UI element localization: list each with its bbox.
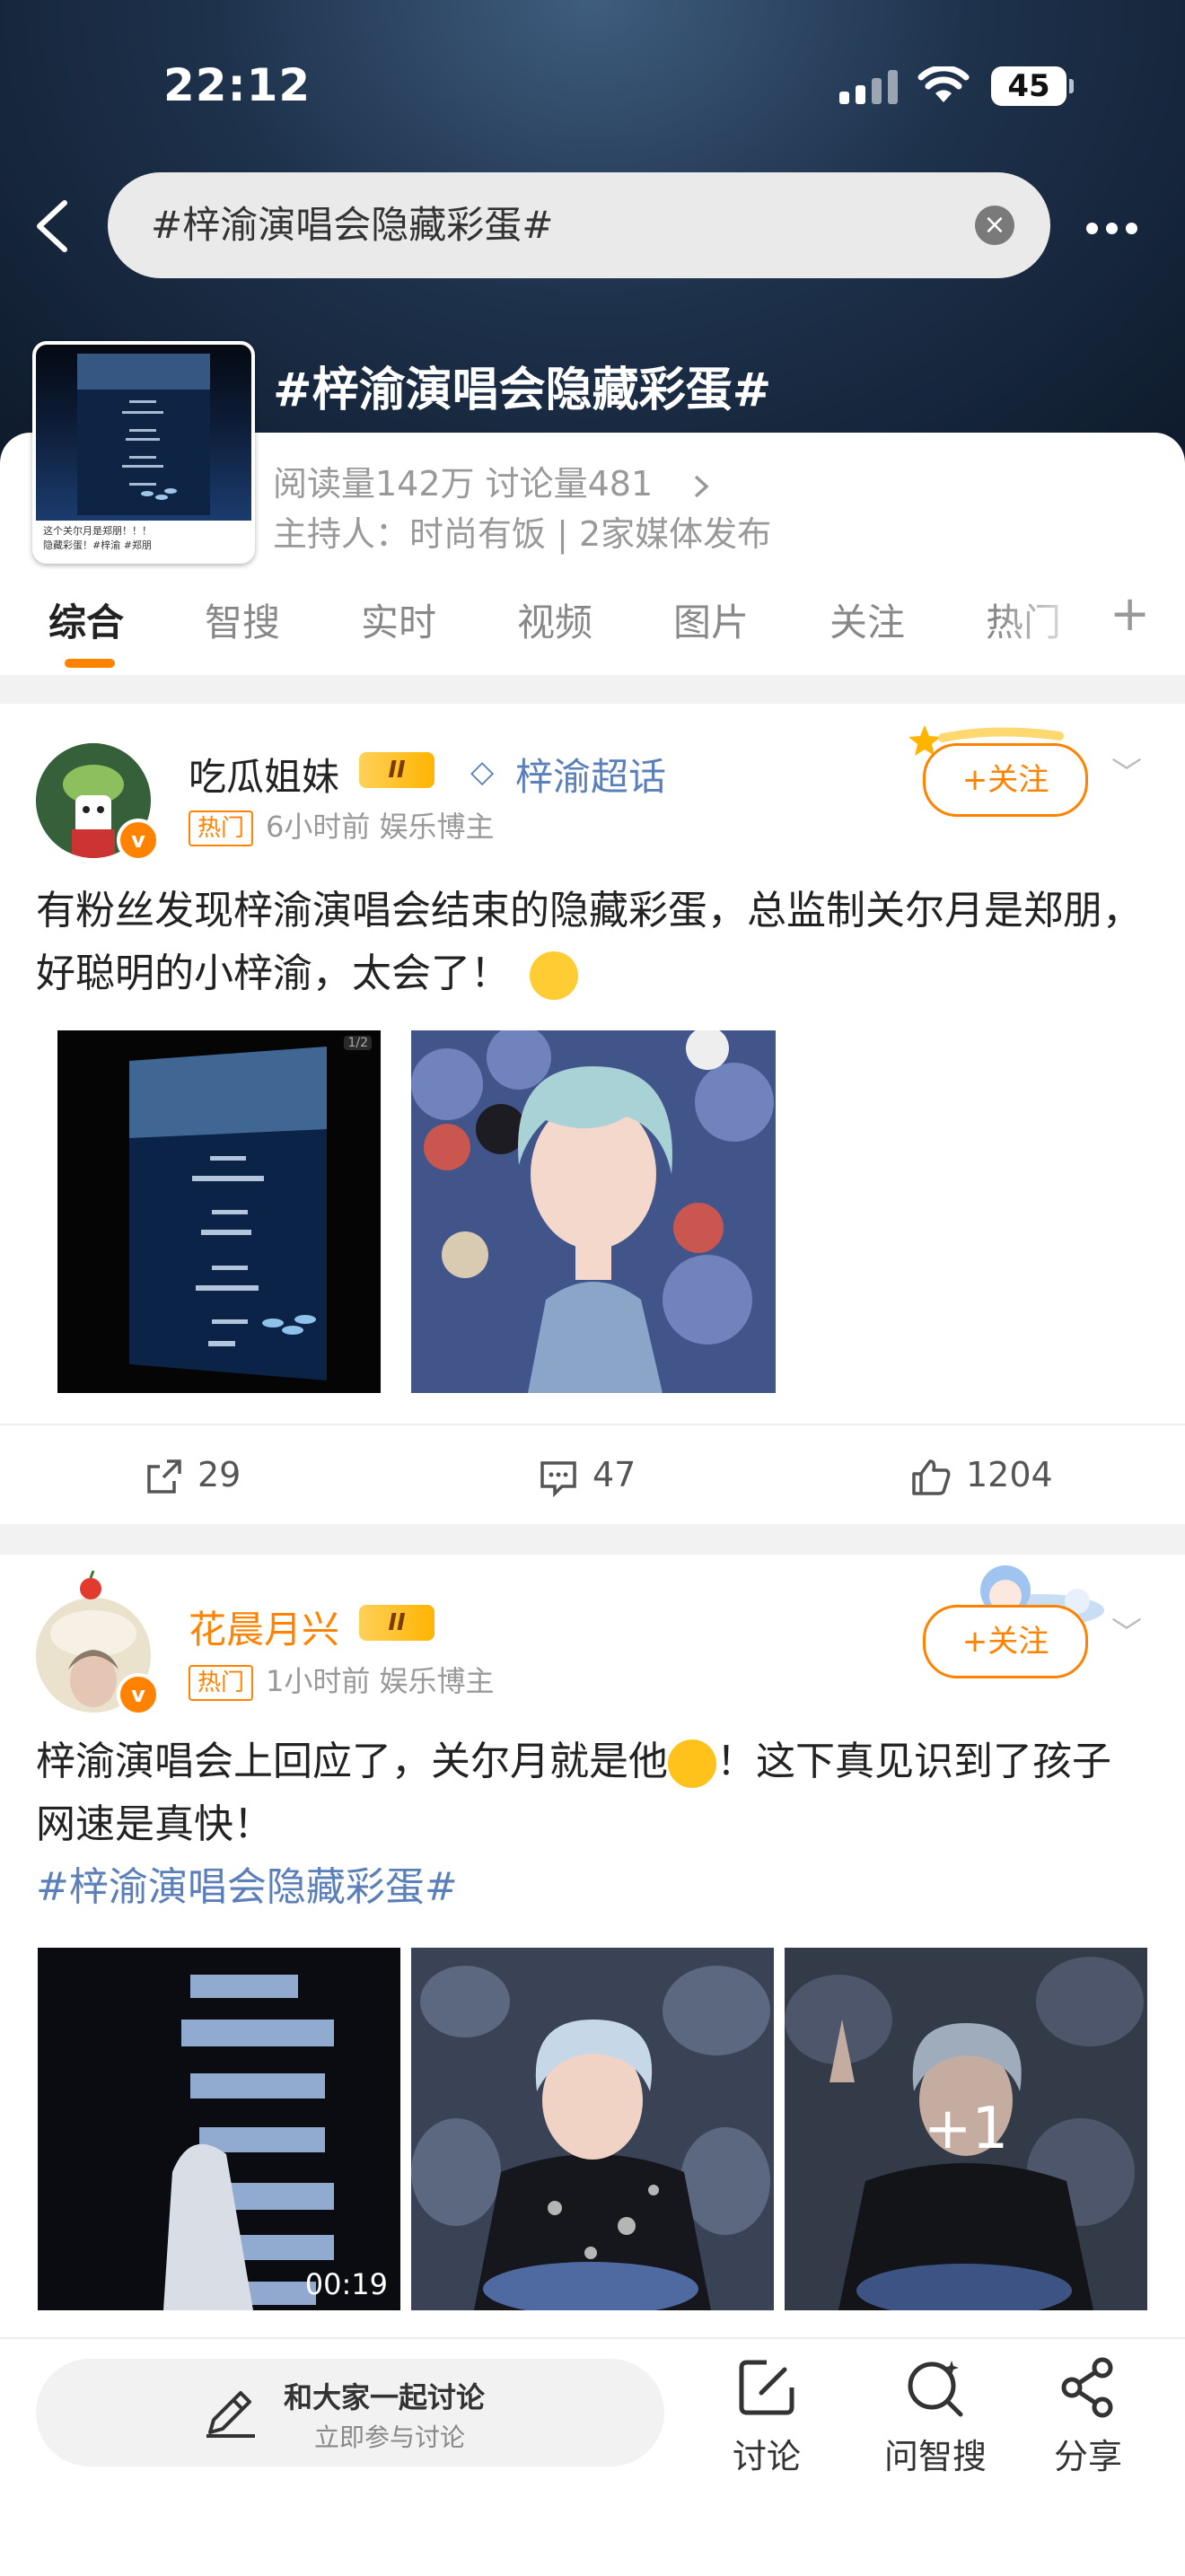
diamond-icon: ◇ (470, 754, 495, 790)
follow-button[interactable]: +关注 (923, 743, 1088, 817)
post-meta: 热门 6小时前 娱乐博主 (189, 804, 495, 846)
post-meta-text: 1小时前 娱乐博主 (266, 1664, 495, 1698)
chevron-down-icon[interactable]: ﹀ (1111, 1608, 1142, 1652)
compose-discussion-button[interactable]: 和大家一起讨论 立即参与讨论 (36, 2359, 664, 2466)
hot-tag: 热门 (189, 810, 254, 846)
video-duration: 00:19 (304, 2267, 388, 2301)
active-tab-indicator (65, 659, 115, 668)
post-video[interactable]: 00:19 (38, 1948, 400, 2310)
like-count: 1204 (966, 1455, 1053, 1494)
battery-indicator: 45 (991, 66, 1074, 106)
thumbnail-caption: 这个关尔月是郑朋！！！ 隐藏彩蛋！#梓渝 #郑朋 (43, 525, 152, 551)
compose-sublabel: 立即参与讨论 (314, 2423, 466, 2452)
like-button[interactable]: 1204 (910, 1425, 1053, 1524)
chevron-down-icon[interactable]: ﹀ (1111, 749, 1142, 793)
more-images-count: +1 (923, 2096, 1009, 2162)
post-image[interactable]: 1/2 (57, 1030, 381, 1393)
post-card[interactable]: v 花晨月兴 II 热门 1小时前 娱乐博主 +关注 ﹀ 梓渝演唱会上回应了，关尔… (0, 1555, 1185, 2337)
topic-title: #梓渝演唱会隐藏彩蛋# (273, 364, 772, 417)
share-icon (1061, 2357, 1113, 2418)
laughing-emoji-icon (668, 1739, 716, 1788)
like-icon (912, 1459, 951, 1495)
more-options-icon[interactable] (1086, 221, 1146, 238)
verified-icon: v (117, 819, 160, 862)
hot-tag: 热门 (189, 1665, 254, 1701)
topic-stats[interactable]: 阅读量142万 讨论量481 (273, 456, 712, 505)
post-card[interactable]: v 吃瓜姐妹 II ◇ 梓渝超话 热门 6小时前 娱乐博主 +关注 ﹀ 有粉丝发现… (0, 704, 1185, 1524)
cellular-signal-icon (839, 70, 898, 104)
post-meta: 热门 1小时前 娱乐博主 (189, 1659, 495, 1701)
fan-rank-badge: II (359, 1605, 434, 1641)
post-meta-text: 6小时前 娱乐博主 (266, 810, 495, 844)
super-topic-link[interactable]: 梓渝超话 (515, 747, 666, 802)
ask-smart-search-button[interactable]: 问智搜 (873, 2355, 998, 2478)
pen-icon (206, 2391, 255, 2438)
search-bar[interactable]: #梓渝演唱会隐藏彩蛋# × (108, 172, 1050, 278)
post-text: 梓渝演唱会上回应了，关尔月就是他 ！这下真见识到了孩子网速是真快！ #梓渝演唱会隐… (36, 1730, 1149, 1919)
comment-icon (540, 1460, 576, 1497)
thumbnail-image (36, 345, 251, 521)
topic-stats-text: 阅读量142万 讨论量481 (273, 464, 654, 504)
chevron-right-icon (695, 475, 709, 497)
share-button[interactable]: 分享 (1034, 2355, 1142, 2478)
comment-count: 47 (592, 1455, 636, 1494)
post-image[interactable]: +1 (785, 1948, 1147, 2310)
follow-button[interactable]: +关注 (923, 1605, 1088, 1678)
compose-label: 和大家一起讨论 (284, 2380, 486, 2414)
tab-comprehensive[interactable]: 综合 (48, 592, 124, 647)
username[interactable]: 花晨月兴 (189, 1599, 339, 1654)
tab-following[interactable]: 关注 (830, 592, 905, 647)
username[interactable]: 吃瓜姐妹 (189, 747, 339, 802)
comment-button[interactable]: 47 (539, 1425, 636, 1524)
tab-images[interactable]: 图片 (673, 592, 749, 647)
topic-host: 主持人：时尚有饭 | 2家媒体发布 (273, 514, 772, 554)
edit-square-icon (739, 2360, 794, 2415)
bottom-action-bar: 和大家一起讨论 立即参与讨论 讨论 问智搜 分享 (0, 2337, 1185, 2576)
add-tab-icon[interactable]: + (1110, 585, 1150, 642)
apple-decoration-icon (80, 1571, 101, 1599)
post-text-content: 有粉丝发现梓渝演唱会结束的隐藏彩蛋，总监制关尔月是郑朋，好聪明的小梓渝，太会了！ (36, 888, 1142, 996)
emoji-icon (530, 951, 578, 1000)
tab-video[interactable]: 视频 (517, 592, 592, 647)
back-icon[interactable] (31, 199, 74, 253)
post-text-content: 梓渝演唱会上回应了，关尔月就是他 (36, 1739, 668, 1784)
share-label: 分享 (1053, 2437, 1122, 2476)
repost-count: 29 (198, 1455, 241, 1494)
status-time: 22:12 (163, 59, 312, 111)
fan-rank-badge: II (359, 752, 434, 788)
smart-search-icon (908, 2361, 963, 2417)
tab-bar: 综合 智搜 实时 视频 图片 关注 热门 + (0, 585, 1185, 675)
ask-label: 问智搜 (883, 2437, 987, 2476)
repost-button[interactable]: 29 (144, 1425, 241, 1524)
tab-fade (996, 585, 1095, 657)
topic-thumbnail[interactable]: 这个关尔月是郑朋！！！ 隐藏彩蛋！#梓渝 #郑朋 (32, 341, 255, 564)
wifi-icon (917, 66, 970, 102)
tab-smart-search[interactable]: 智搜 (205, 592, 280, 647)
repost-icon (147, 1459, 181, 1494)
status-bar: 22:12 45 (0, 54, 1185, 117)
image-counter: 1/2 (344, 1036, 372, 1050)
clear-icon[interactable]: × (975, 206, 1014, 245)
discuss-button[interactable]: 讨论 (713, 2355, 821, 2478)
post-image[interactable] (411, 1948, 774, 2310)
discuss-label: 讨论 (732, 2437, 801, 2476)
hashtag-link[interactable]: #梓渝演唱会隐藏彩蛋# (36, 1864, 458, 1910)
post-text: 有粉丝发现梓渝演唱会结束的隐藏彩蛋，总监制关尔月是郑朋，好聪明的小梓渝，太会了！ (36, 880, 1149, 1005)
post-actions: 29 47 1204 (0, 1424, 1185, 1524)
post-image[interactable] (411, 1030, 776, 1393)
search-input[interactable]: #梓渝演唱会隐藏彩蛋# (151, 172, 553, 278)
verified-icon: v (117, 1673, 160, 1716)
tab-realtime[interactable]: 实时 (361, 592, 436, 647)
